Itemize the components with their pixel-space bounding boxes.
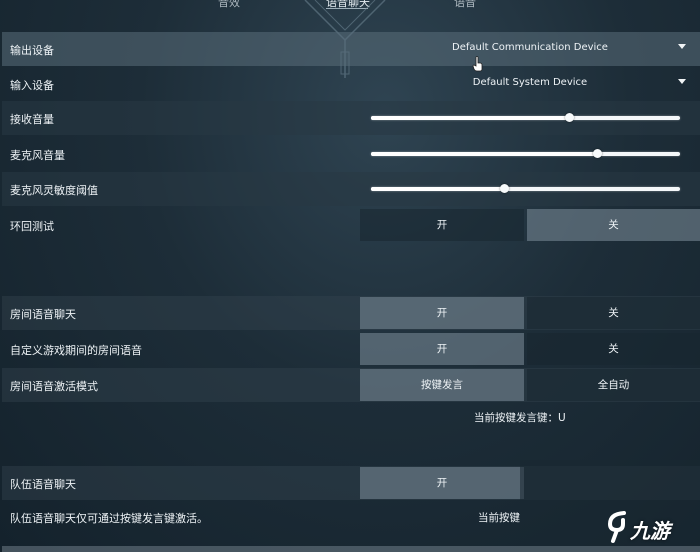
slider-fill — [371, 152, 597, 156]
custom-game-party-voice-row: 自定义游戏期间的房间语音 开 关 — [0, 332, 700, 366]
custom-game-party-voice-on-button[interactable]: 开 — [360, 333, 524, 365]
team-voice-note-row: 队伍语音聊天仅可通过按键发言键激活。 当前按键 — [0, 500, 700, 534]
watermark-text: 九游 — [630, 519, 670, 543]
chevron-down-icon[interactable] — [678, 44, 686, 49]
mic-sensitivity-label: 麦克风灵敏度阈值 — [10, 184, 98, 197]
input-device-select[interactable]: Default System Device — [360, 77, 700, 88]
slider-thumb[interactable] — [592, 149, 602, 158]
output-device-label: 输出设备 — [10, 44, 54, 57]
mic-volume-row: 麦克风音量 — [0, 137, 700, 171]
loopback-test-row: 环回测试 开 关 — [0, 208, 700, 242]
loopback-on-button[interactable]: 开 — [360, 209, 524, 241]
bottom-divider — [2, 546, 700, 552]
party-activation-mode-row: 房间语音激活模式 按键发言 全自动 — [0, 368, 700, 402]
party-voice-row: 房间语音聊天 开 关 — [0, 296, 700, 330]
mic-sensitivity-slider[interactable] — [371, 184, 680, 193]
jiuyou-logo-icon — [607, 511, 626, 543]
tab-audio[interactable]: 音效 — [218, 0, 240, 10]
mic-volume-label: 麦克风音量 — [10, 149, 65, 162]
team-voice-on-button[interactable]: 开 — [360, 467, 524, 499]
slider-fill — [371, 116, 569, 120]
slider-thumb[interactable] — [564, 113, 574, 122]
team-voice-note: 队伍语音聊天仅可通过按键发言键激活。 — [10, 512, 208, 525]
hand-cursor-icon — [472, 56, 483, 72]
push-to-talk-button[interactable]: 按键发言 — [360, 369, 524, 401]
mic-volume-slider[interactable] — [371, 149, 680, 158]
loopback-test-label: 环回测试 — [10, 220, 54, 233]
party-voice-off-button[interactable]: 关 — [527, 297, 700, 329]
input-device-row[interactable]: 输入设备 Default System Device — [0, 67, 700, 101]
receive-volume-label: 接收音量 — [10, 113, 54, 126]
custom-game-party-voice-off-button[interactable]: 关 — [527, 333, 700, 365]
receive-volume-slider[interactable] — [371, 113, 680, 122]
party-voice-on-button[interactable]: 开 — [360, 297, 524, 329]
custom-game-party-voice-label: 自定义游戏期间的房间语音 — [10, 344, 142, 357]
party-ptt-key-hint: 当前按键发言键：U — [474, 412, 566, 424]
slider-fill — [371, 187, 504, 191]
chevron-down-icon[interactable] — [678, 79, 686, 84]
input-device-label: 输入设备 — [10, 79, 54, 92]
party-voice-label: 房间语音聊天 — [10, 308, 76, 321]
tab-voice[interactable]: 语音 — [454, 0, 476, 10]
output-device-select[interactable]: Default Communication Device — [360, 42, 700, 53]
party-activation-mode-label: 房间语音激活模式 — [10, 380, 98, 393]
mic-sensitivity-row: 麦克风灵敏度阈值 — [0, 172, 700, 206]
loopback-off-button[interactable]: 关 — [527, 209, 700, 241]
team-ptt-key-hint: 当前按键 — [478, 512, 520, 524]
receive-volume-row: 接收音量 — [0, 101, 700, 135]
team-voice-label: 队伍语音聊天 — [10, 478, 76, 491]
slider-thumb[interactable] — [499, 184, 509, 193]
output-device-row[interactable]: 输出设备 Default Communication Device — [0, 32, 700, 66]
auto-activation-button[interactable]: 全自动 — [527, 369, 700, 401]
